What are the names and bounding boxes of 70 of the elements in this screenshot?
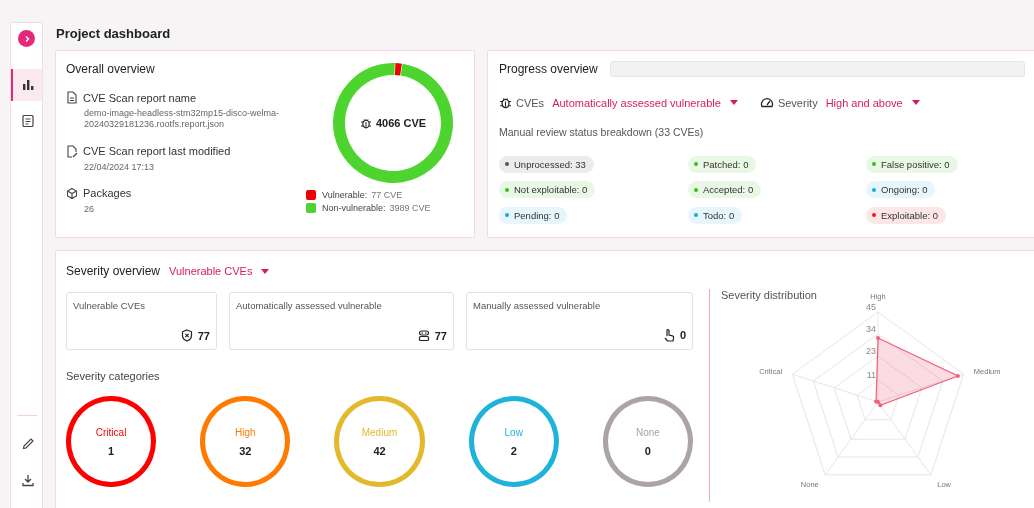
cube-icon: [66, 186, 78, 200]
filter-dropdown[interactable]: Vulnerable CVEs: [169, 265, 270, 277]
field-label: Packages: [83, 187, 132, 200]
stat-label: Vulnerable CVEs: [73, 300, 146, 311]
status-chip: Not exploitable: 0: [499, 181, 596, 198]
severity-label: Low: [504, 426, 523, 438]
bar-chart-icon: [20, 78, 35, 92]
tick-label: 45: [866, 302, 876, 312]
filter-dropdown[interactable]: Automatically assessed vulnerable: [552, 96, 738, 109]
section-title: Severity categories: [66, 370, 161, 382]
pencil-icon: [20, 437, 35, 451]
severity-count: 2: [510, 444, 517, 457]
filter-label: Severity: [777, 96, 818, 109]
status-chip: Pending: 0: [499, 206, 568, 224]
stat-value: 77: [197, 329, 210, 342]
legend-value: 3989 CVE: [389, 203, 431, 213]
severity-count: 32: [239, 444, 252, 457]
stat-value: 77: [434, 329, 447, 342]
status-chip: False positive: 0: [866, 155, 958, 173]
total-count: 4066 CVE: [375, 117, 427, 129]
severity-label: Critical: [95, 426, 127, 438]
shield-icon: [180, 329, 193, 342]
severity-count: 1: [108, 444, 115, 457]
status-chip: Patched: 0: [688, 155, 757, 173]
status-chip: Ongoing: 0: [866, 181, 936, 198]
legend-value: 77 CVE: [371, 190, 403, 200]
field-label: CVE Scan report name: [83, 91, 197, 104]
status-chip: Exploitable: 0: [866, 206, 947, 224]
tick-label: 23: [866, 346, 876, 356]
filter-dropdown[interactable]: High and above: [825, 96, 920, 109]
caret-icon: [729, 100, 738, 105]
page-title: Project dashboard: [56, 26, 172, 41]
nav-item[interactable]: [11, 69, 42, 101]
filter-label: CVEs: [516, 96, 545, 109]
breakdown-title: Manual review status breakdown (33 CVEs): [499, 126, 705, 138]
card-title: Severity overview: [66, 264, 161, 278]
field-value: 22/04/2024 17:13: [84, 161, 156, 173]
expand-button[interactable]: [18, 30, 35, 47]
caret-icon: [261, 268, 270, 274]
legend-label: Vulnerable:: [322, 190, 368, 200]
status-chip: Unprocessed: 33: [499, 155, 594, 173]
file-icon: [66, 91, 78, 104]
data-point: [876, 336, 880, 340]
status-chip: Todo: 0: [688, 206, 743, 224]
card-title: Overall overview: [66, 62, 156, 76]
caret-icon: [911, 100, 920, 105]
data-point: [955, 374, 960, 379]
download-icon: [20, 473, 35, 487]
severity-count: 0: [644, 444, 651, 457]
field-value: 26: [84, 203, 95, 215]
bug-icon: [499, 96, 512, 109]
severity-label: None: [635, 426, 660, 438]
severity-count: 42: [373, 444, 386, 457]
tick-label: 34: [866, 324, 876, 334]
status-chip: Accepted: 0: [688, 181, 762, 198]
legend-label: Non-vulnerable:: [322, 203, 386, 213]
chart-title: Severity distribution: [721, 289, 817, 301]
tick-label: 11: [866, 370, 876, 380]
gauge-icon: [759, 96, 774, 109]
file-edit-icon: [66, 144, 78, 158]
field-label: CVE Scan report last modified: [83, 145, 231, 157]
severity-label: High: [235, 426, 256, 438]
field-value: demo-image-headless-stm32mp15-disco-welma-20240329181236.rootfs.report.json: [84, 108, 281, 131]
stat-label: Automatically assessed vulnerable: [236, 300, 383, 311]
document-icon: [20, 114, 35, 128]
bug-icon: [359, 117, 372, 129]
card-title: Progress overview: [499, 62, 598, 76]
stat-label: Manually assessed vulnerable: [473, 300, 602, 311]
stat-value: 0: [679, 329, 686, 341]
severity-label: Medium: [361, 426, 398, 438]
